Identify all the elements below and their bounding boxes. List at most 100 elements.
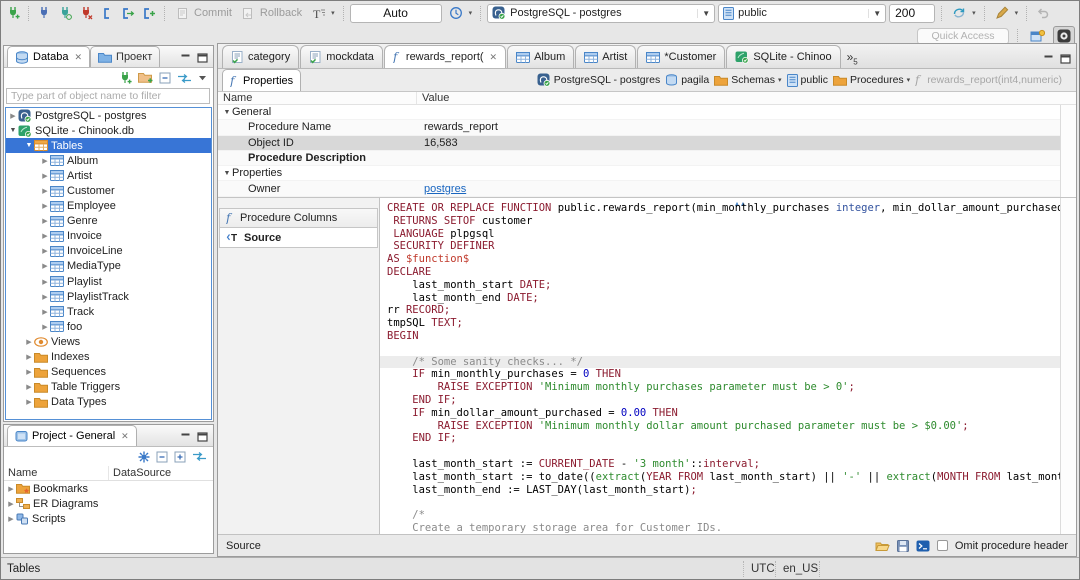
tab-database-navigator[interactable]: Databa ✕ [7, 46, 91, 67]
txn-history-button[interactable]: ▾ [445, 4, 475, 22]
schema-combo[interactable]: public ▼ [718, 3, 887, 23]
folder-open-icon[interactable] [875, 540, 890, 552]
collapse-all-icon[interactable] [156, 451, 168, 463]
source-viewer[interactable]: ▴▴ CREATE OR REPLACE FUNCTION public.rew… [380, 198, 1076, 534]
close-icon[interactable]: ✕ [490, 52, 498, 63]
property-row-procedure-name[interactable]: Procedure Name rewards_report [218, 120, 1076, 136]
new-sql-editor-icon[interactable] [140, 4, 158, 22]
group-expander[interactable]: ▼ [222, 109, 232, 116]
close-icon[interactable]: ✕ [121, 431, 129, 442]
connect-icon[interactable] [35, 4, 53, 22]
tree-expander[interactable]: ▶ [40, 187, 50, 195]
tab-overflow-indicator[interactable]: »5 [842, 50, 863, 68]
tree-expander[interactable]: ▶ [8, 112, 18, 120]
editor-tab-customer[interactable]: *Customer [637, 45, 726, 68]
tree-item-indexes[interactable]: ▶ Indexes [6, 350, 211, 365]
expand-all-icon[interactable] [174, 451, 186, 463]
tree-item-views[interactable]: ▶ Views [6, 334, 211, 349]
chevron-down-icon[interactable]: ▾ [778, 76, 782, 84]
property-row-owner[interactable]: Owner postgres [218, 181, 1076, 197]
chevron-down-icon[interactable]: ▾ [907, 76, 911, 84]
tree-item-track[interactable]: ▶ Track [6, 304, 211, 319]
object-filter-input[interactable] [6, 88, 210, 104]
breadcrumb-item-procedures[interactable]: Procedures ▾ [832, 74, 911, 86]
txn-mode-combo[interactable]: Auto [349, 3, 442, 23]
project-item-bookmarks[interactable]: ▶ Bookmarks [4, 481, 213, 496]
save-icon[interactable] [896, 539, 909, 552]
column-header-datasource[interactable]: DataSource [109, 466, 175, 480]
tree-expander[interactable]: ▶ [40, 202, 50, 210]
reconnect-icon[interactable] [56, 4, 74, 22]
refresh-button[interactable]: ▾ [948, 4, 978, 22]
new-folder-icon[interactable] [138, 72, 153, 84]
editor-tab-sqlite-chinoo[interactable]: SQLite - Chinoo [726, 45, 841, 68]
pen-button[interactable]: ▾ [991, 4, 1021, 22]
quick-access-box[interactable]: Quick Access [917, 27, 1009, 45]
tree-expander[interactable]: ▶ [40, 172, 50, 180]
new-connection-icon[interactable] [4, 4, 22, 22]
minimize-icon[interactable] [179, 431, 192, 442]
tree-expander[interactable]: ▶ [6, 500, 16, 508]
terminal-icon[interactable] [916, 540, 930, 552]
tree-expander[interactable]: ▶ [24, 353, 34, 361]
tree-expander[interactable]: ▶ [24, 398, 34, 406]
column-header-name[interactable]: Name [4, 466, 109, 480]
column-header-value[interactable]: Value [417, 92, 454, 104]
tree-item-foo[interactable]: ▶ foo [6, 319, 211, 334]
commit-button[interactable]: Commit [171, 4, 234, 22]
tree-expander[interactable]: ▶ [40, 308, 50, 316]
tree-expander[interactable]: ▶ [40, 217, 50, 225]
property-row-procedure-description[interactable]: Procedure Description [218, 150, 1076, 167]
tab-project-general[interactable]: Project - General ✕ [7, 425, 137, 446]
property-value[interactable]: postgres [417, 183, 466, 195]
tree-item-genre[interactable]: ▶ Genre [6, 214, 211, 229]
tree-expander[interactable]: ▶ [6, 515, 16, 523]
tree-item-sequences[interactable]: ▶ Sequences [6, 365, 211, 380]
txn-filter-button[interactable]: T ▾ [307, 4, 337, 22]
chevron-down-icon[interactable]: ▼ [697, 8, 710, 18]
tree-item-data-types[interactable]: ▶ Data Types [6, 395, 211, 410]
minimize-icon[interactable] [1042, 53, 1055, 64]
omit-header-checkbox[interactable] [936, 540, 948, 551]
tree-expander[interactable]: ▶ [40, 278, 50, 286]
breadcrumb-item-pagila[interactable]: pagila [665, 74, 709, 86]
tree-expander[interactable]: ▶ [24, 368, 34, 376]
tree-item-postgresql-postgres[interactable]: ▶ PostgreSQL - postgres [6, 108, 211, 123]
breadcrumb-item-rewards-report-int4-numeric[interactable]: f rewards_report(int4,numeric) [915, 74, 1062, 86]
tree-item-customer[interactable]: ▶ Customer [6, 183, 211, 198]
tab-projects[interactable]: Проект [90, 46, 161, 67]
property-row-properties[interactable]: ▼ Properties [218, 166, 1076, 182]
breadcrumb-item-postgresql-postgres[interactable]: PostgreSQL - postgres [537, 73, 660, 87]
collapse-all-icon[interactable] [159, 72, 171, 84]
tree-expander[interactable]: ▼ [24, 142, 34, 149]
timezone-indicator[interactable]: UTC [751, 558, 775, 579]
group-expander[interactable]: ▼ [222, 170, 232, 177]
rollback-button[interactable]: Rollback [237, 4, 304, 22]
tree-item-artist[interactable]: ▶ Artist [6, 168, 211, 183]
project-item-er-diagrams[interactable]: ▶ ER Diagrams [4, 496, 213, 511]
link-editor-icon[interactable] [177, 73, 192, 84]
side-tab-procedure-columns[interactable]: f Procedure Columns [219, 208, 378, 228]
maximize-icon[interactable] [1059, 53, 1072, 64]
side-tab-source[interactable]: T Source [219, 228, 378, 248]
tree-item-album[interactable]: ▶ Album [6, 153, 211, 168]
tree-expander[interactable]: ▶ [24, 338, 34, 346]
new-connection-icon[interactable] [118, 71, 132, 85]
open-sql-script-icon[interactable] [119, 4, 137, 22]
tree-item-invoice[interactable]: ▶ Invoice [6, 229, 211, 244]
tree-expander[interactable]: ▶ [24, 383, 34, 391]
property-row-general[interactable]: ▼ General [218, 105, 1076, 121]
tree-item-invoiceline[interactable]: ▶ InvoiceLine [6, 244, 211, 259]
editor-tab-mockdata[interactable]: mockdata [300, 45, 383, 68]
chevron-down-icon[interactable]: ▼ [868, 8, 881, 18]
maximize-icon[interactable] [196, 431, 209, 442]
fetch-size-input[interactable] [889, 3, 936, 23]
editor-tab-category[interactable]: category [222, 45, 300, 68]
source-scrollbar[interactable] [1060, 198, 1076, 534]
tree-item-tables[interactable]: ▼ Tables [6, 138, 211, 154]
gear-icon[interactable] [138, 451, 150, 463]
tree-expander[interactable]: ▶ [40, 262, 50, 270]
editor-tab-artist[interactable]: Artist [575, 45, 637, 68]
tree-item-sqlite-chinook-db[interactable]: ▼ SQLite - Chinook.db [6, 123, 211, 138]
tree-expander[interactable]: ▶ [40, 232, 50, 240]
